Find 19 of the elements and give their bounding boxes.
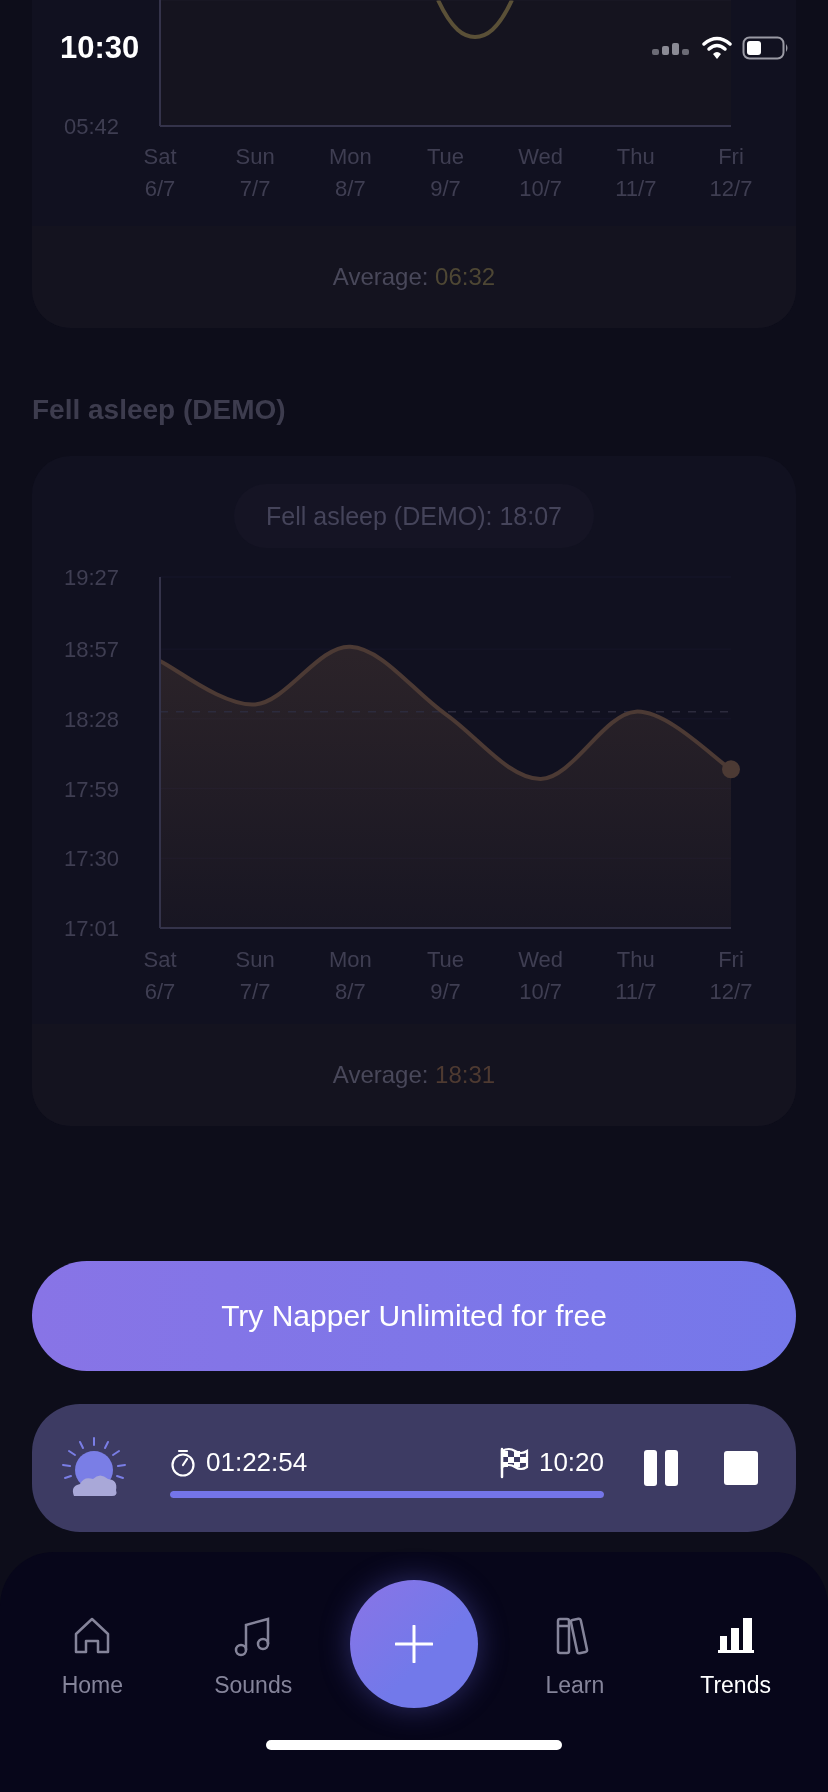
checkered-flag-icon [498, 1446, 529, 1479]
average-text: Average: 06:32 [332, 263, 496, 291]
elapsed-time: 01:22:54 [206, 1447, 308, 1478]
signal-icon [652, 41, 692, 55]
status-time: 10:30 [60, 30, 140, 66]
battery-icon [742, 36, 790, 60]
alarm-time: 10:20 [538, 1447, 604, 1478]
wifi-icon [702, 36, 732, 60]
add-button[interactable] [350, 1580, 478, 1708]
stopwatch-icon [170, 1448, 196, 1477]
upgrade-button[interactable]: Try Napper Unlimited for free [32, 1261, 796, 1371]
nav-tab[interactable]: Learn [494, 1580, 656, 1708]
nav-tab[interactable]: Home [12, 1580, 173, 1708]
pause-button[interactable] [644, 1450, 678, 1486]
data-point [722, 760, 740, 779]
plus-icon [395, 1625, 433, 1663]
average-text: Average: 18:31 [332, 1061, 496, 1089]
nav-tab[interactable]: Sounds [172, 1580, 334, 1708]
nav-tab[interactable]: Trends [655, 1580, 816, 1708]
